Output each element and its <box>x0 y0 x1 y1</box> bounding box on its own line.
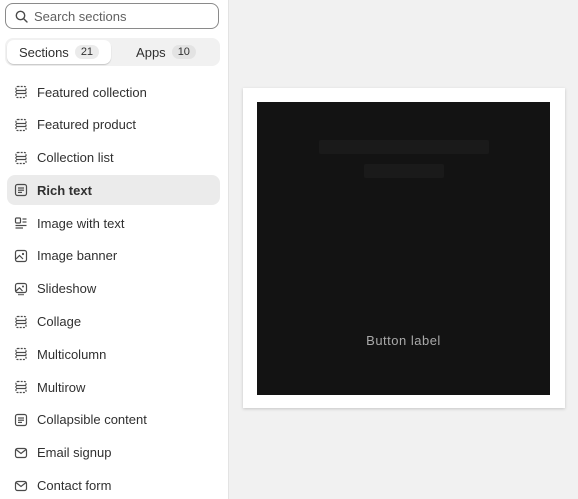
image-text-icon <box>14 216 28 230</box>
section-item-label: Multirow <box>37 379 86 395</box>
section-item[interactable]: Collage <box>7 307 220 337</box>
placeholder-heading <box>257 132 550 188</box>
section-item-label: Featured product <box>37 117 137 133</box>
text-block-icon <box>14 183 28 197</box>
envelope-icon <box>14 446 28 460</box>
section-item[interactable]: Contact form <box>7 471 220 499</box>
tab-apps[interactable]: Apps 10 <box>114 40 218 64</box>
section-item[interactable]: Rich text <box>7 175 220 206</box>
grid-icon <box>14 315 28 329</box>
section-item-label: Collage <box>37 314 82 330</box>
tab-label: Apps <box>136 44 166 60</box>
image-icon <box>14 249 28 263</box>
preview-card[interactable]: Button label <box>243 88 565 408</box>
section-item-label: Slideshow <box>37 281 97 297</box>
section-item[interactable]: Multicolumn <box>7 339 220 369</box>
section-item[interactable]: Collection list <box>7 143 220 173</box>
grid-icon <box>14 118 28 132</box>
text-block-icon <box>14 413 28 427</box>
section-item[interactable]: Collapsible content <box>7 405 220 435</box>
count-badge: 10 <box>171 45 196 59</box>
section-item-label: Collection list <box>37 150 114 166</box>
envelope-icon <box>14 479 28 493</box>
tab-sections[interactable]: Sections 21 <box>7 40 111 64</box>
tab-label: Sections <box>18 44 69 60</box>
section-item[interactable]: Slideshow <box>7 274 220 304</box>
section-item-label: Contact form <box>37 478 112 494</box>
search-input[interactable] <box>34 8 204 24</box>
section-item-label: Featured collection <box>37 84 147 100</box>
section-item-label: Email signup <box>37 445 112 461</box>
grid-icon <box>14 380 28 394</box>
section-item-label: Rich text <box>37 182 92 198</box>
grid-icon <box>14 151 28 165</box>
search-box[interactable] <box>5 3 219 29</box>
tab-bar: Sections 21 Apps 10 <box>5 38 220 66</box>
section-item[interactable]: Multirow <box>7 372 220 402</box>
slideshow-icon <box>14 282 28 296</box>
section-item[interactable]: Image banner <box>7 241 220 271</box>
section-item[interactable]: Email signup <box>7 438 220 468</box>
search-icon <box>15 10 28 23</box>
section-item[interactable]: Image with text <box>7 208 220 238</box>
section-item-label: Multicolumn <box>37 346 107 362</box>
section-item[interactable]: Featured collection <box>7 77 220 107</box>
section-item-label: Image banner <box>37 248 118 264</box>
grid-icon <box>14 85 28 99</box>
section-list: Featured collection Featured product Colle… <box>0 77 228 499</box>
rich-text-preview[interactable]: Button label <box>257 102 550 395</box>
preview-canvas: Button label <box>229 0 578 499</box>
preview-button-label[interactable]: Button label <box>257 333 550 348</box>
count-badge: 21 <box>74 45 100 59</box>
sections-sidebar: Sections 21 Apps 10 Featured collectionF… <box>0 0 229 499</box>
section-item[interactable]: Featured product <box>7 110 220 140</box>
grid-icon <box>14 347 28 361</box>
section-item-label: Image with text <box>37 215 125 231</box>
section-item-label: Collapsible content <box>37 412 147 428</box>
